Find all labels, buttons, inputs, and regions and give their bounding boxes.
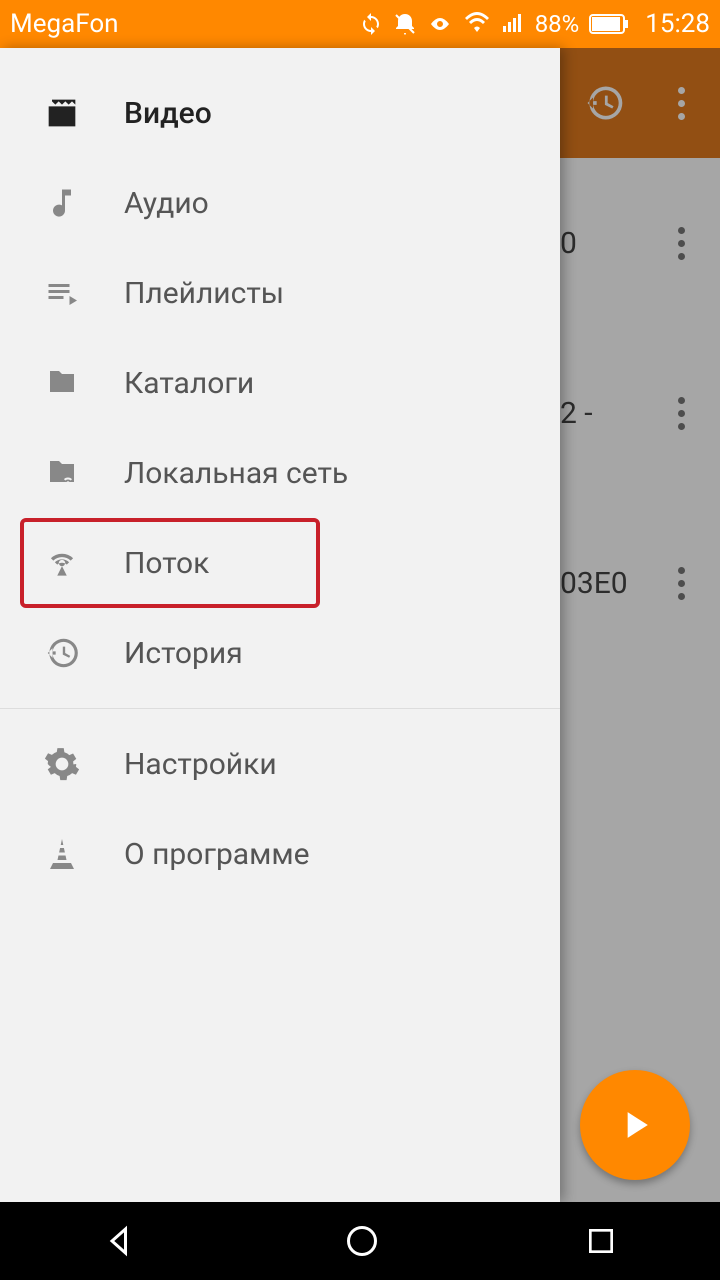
- signal-icon: [501, 12, 525, 36]
- eye-icon: [427, 12, 453, 36]
- drawer-label: История: [124, 636, 243, 671]
- drawer-item-audio[interactable]: Аудио: [0, 158, 560, 248]
- playlist-icon: [40, 271, 84, 315]
- drawer-label: Поток: [124, 546, 209, 581]
- drawer-item-local-network[interactable]: Локальная сеть: [0, 428, 560, 518]
- mute-icon: [393, 12, 417, 36]
- drawer-item-stream[interactable]: Поток: [0, 518, 560, 608]
- wifi-icon: [463, 12, 491, 36]
- drawer-label: Настройки: [124, 747, 277, 782]
- clock: 15:28: [645, 9, 710, 39]
- network-folder-icon: [40, 451, 84, 495]
- drawer-item-playlists[interactable]: Плейлисты: [0, 248, 560, 338]
- folder-icon: [40, 361, 84, 405]
- status-icons: 88% 15:28: [359, 9, 710, 39]
- battery-icon: [589, 14, 629, 34]
- play-icon: [613, 1103, 657, 1147]
- navigation-bar: [0, 1202, 720, 1280]
- history-icon: [40, 631, 84, 675]
- drawer-item-history[interactable]: История: [0, 608, 560, 698]
- drawer-label: Аудио: [124, 186, 209, 221]
- drawer-label: Плейлисты: [124, 276, 284, 311]
- drawer-item-video[interactable]: Видео: [0, 68, 560, 158]
- drawer-item-directories[interactable]: Каталоги: [0, 338, 560, 428]
- drawer-label: О программе: [124, 837, 310, 872]
- video-icon: [40, 91, 84, 135]
- navigation-drawer: Видео Аудио Плейлисты Каталоги Локальная…: [0, 48, 560, 1202]
- drawer-item-settings[interactable]: Настройки: [0, 719, 560, 809]
- status-bar: MegaFon 88% 15:28: [0, 0, 720, 48]
- vlc-cone-icon: [40, 832, 84, 876]
- settings-icon: [40, 742, 84, 786]
- home-button[interactable]: [344, 1223, 380, 1259]
- sync-icon: [359, 12, 383, 36]
- audio-icon: [40, 181, 84, 225]
- stream-icon: [40, 541, 84, 585]
- drawer-label: Видео: [124, 96, 212, 131]
- drawer-label: Каталоги: [124, 366, 254, 401]
- play-fab[interactable]: [580, 1070, 690, 1180]
- back-button[interactable]: [103, 1223, 139, 1259]
- drawer-divider: [0, 708, 560, 709]
- drawer-label: Локальная сеть: [124, 456, 348, 491]
- battery-percent: 88%: [535, 10, 580, 38]
- carrier-label: MegaFon: [10, 9, 119, 39]
- recent-button[interactable]: [585, 1225, 617, 1257]
- drawer-item-about[interactable]: О программе: [0, 809, 560, 899]
